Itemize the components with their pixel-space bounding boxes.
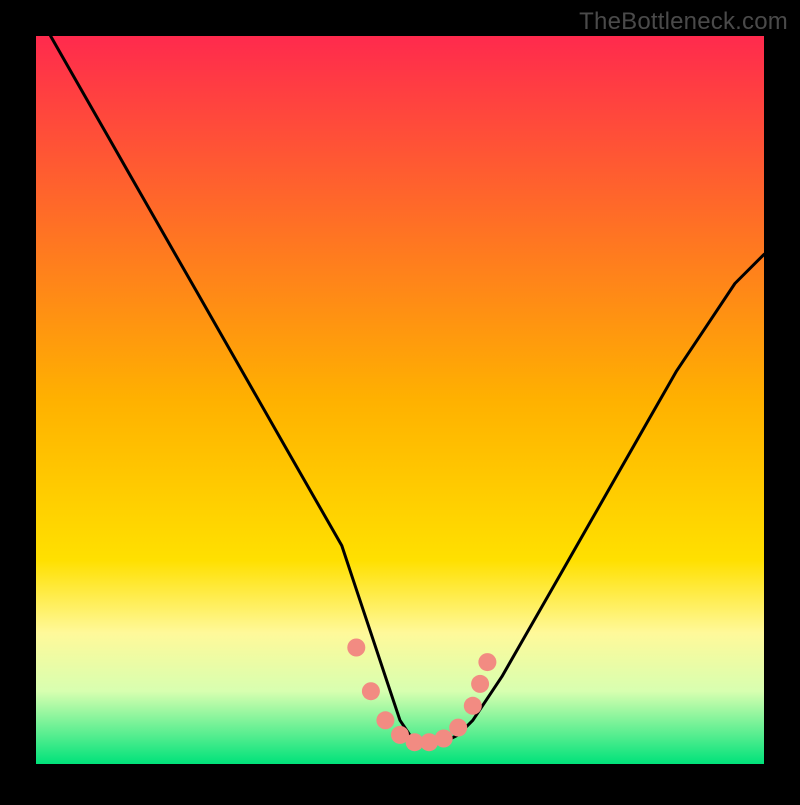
data-marker xyxy=(362,682,380,700)
data-marker xyxy=(449,719,467,737)
bottleneck-chart xyxy=(0,0,800,800)
data-marker xyxy=(435,730,453,748)
watermark-text: TheBottleneck.com xyxy=(579,8,788,36)
data-marker xyxy=(376,711,394,729)
data-marker xyxy=(478,653,496,671)
data-marker xyxy=(471,675,489,693)
data-marker xyxy=(464,697,482,715)
data-marker xyxy=(347,639,365,657)
chart-frame: TheBottleneck.com xyxy=(0,0,800,800)
plot-background xyxy=(36,36,764,764)
